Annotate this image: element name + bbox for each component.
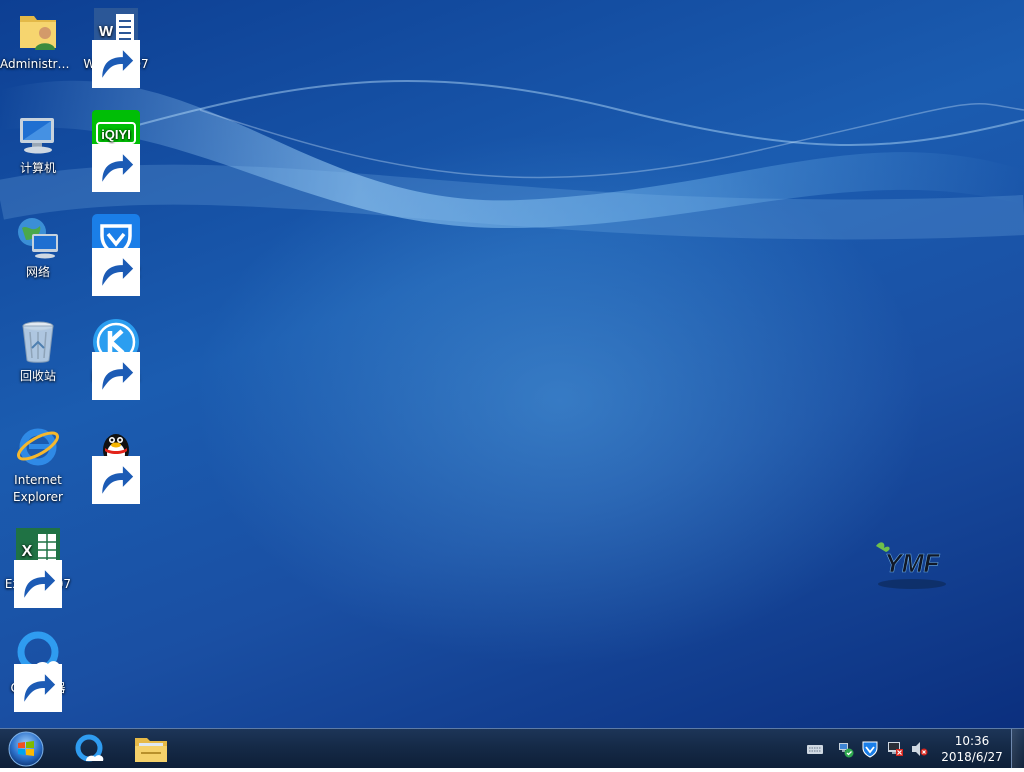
shortcut-arrow-icon bbox=[14, 664, 62, 712]
qq-penguin-icon bbox=[92, 422, 140, 504]
desktop-icon-label: 计算机 bbox=[19, 161, 56, 175]
security-shield-icon bbox=[862, 741, 878, 758]
desktop-icon-label: 网络 bbox=[25, 265, 50, 279]
shortcut-arrow-icon bbox=[92, 248, 140, 296]
tray-security-shield[interactable] bbox=[861, 740, 879, 758]
taskbar-clock[interactable]: 10:36 2018/6/27 bbox=[932, 733, 1012, 765]
user-folder-icon bbox=[14, 6, 62, 54]
desktop-icon-qq[interactable]: 腾讯QQ bbox=[78, 416, 154, 504]
recycle-bin-icon bbox=[14, 318, 62, 366]
shortcut-arrow-icon bbox=[92, 40, 140, 88]
start-button[interactable] bbox=[6, 730, 46, 768]
keyboard-icon bbox=[807, 745, 823, 754]
desktop-icon-pc-manager[interactable]: 电脑管家 bbox=[78, 208, 154, 296]
desktop-icon-computer[interactable]: 计算机 bbox=[0, 104, 76, 177]
svg-text:W: W bbox=[99, 23, 114, 40]
shortcut-arrow-icon bbox=[92, 352, 140, 400]
desktop-icon-administrator[interactable]: Administra... bbox=[0, 0, 76, 73]
desktop-icon-label: 回收站 bbox=[19, 369, 56, 383]
taskbar-pin-qq-browser[interactable] bbox=[65, 732, 113, 766]
desktop-icon-label: Administra... bbox=[0, 57, 76, 71]
qq-browser-icon bbox=[14, 630, 62, 712]
desktop-icon-kugou[interactable]: 酷狗音乐 bbox=[78, 312, 154, 400]
desktop-icon-label: Internet Explorer bbox=[13, 473, 63, 504]
excel-icon: X bbox=[14, 526, 62, 608]
device-status-icon bbox=[888, 742, 903, 756]
brand-logo: YMF bbox=[876, 542, 946, 589]
network-icon bbox=[14, 214, 62, 262]
iqiyi-logo-text: iQIYI bbox=[101, 127, 131, 142]
desktop-icon-recycle-bin[interactable]: 回收站 bbox=[0, 312, 76, 385]
desktop-icon-iqiyi[interactable]: iQIYI 爱奇艺 bbox=[78, 104, 154, 192]
show-desktop-button[interactable] bbox=[1011, 729, 1024, 768]
network-status-icon bbox=[839, 743, 854, 758]
desktop-icon-network[interactable]: 网络 bbox=[0, 208, 76, 281]
qq-browser-icon bbox=[75, 734, 104, 762]
clock-time: 10:36 bbox=[954, 734, 990, 748]
desktop-icon-qq-browser[interactable]: QQ浏览器 bbox=[0, 624, 76, 712]
internet-explorer-icon bbox=[14, 422, 62, 470]
volume-muted-icon bbox=[912, 742, 928, 756]
taskbar: 10:36 2018/6/27 bbox=[0, 728, 1024, 768]
desktop[interactable]: Administra... 计算机 网络 回收站 Internet Explor… bbox=[0, 0, 1024, 728]
desktop-icon-internet-explorer[interactable]: Internet Explorer bbox=[0, 416, 76, 506]
tencent-pc-manager-icon bbox=[92, 214, 140, 296]
computer-icon bbox=[14, 110, 62, 158]
windows-orb-icon bbox=[8, 731, 44, 767]
shortcut-arrow-icon bbox=[14, 560, 62, 608]
svg-text:X: X bbox=[22, 543, 33, 560]
tray-keyboard[interactable] bbox=[806, 740, 824, 758]
tray-volume[interactable] bbox=[910, 740, 928, 758]
tray-device-status[interactable] bbox=[886, 740, 904, 758]
shortcut-arrow-icon bbox=[92, 144, 140, 192]
desktop-icon-word[interactable]: W Word 2007 bbox=[78, 0, 154, 88]
shortcut-arrow-icon bbox=[92, 456, 140, 504]
kugou-music-icon bbox=[92, 318, 140, 400]
clock-date: 2018/6/27 bbox=[941, 750, 1003, 764]
tray-network[interactable] bbox=[836, 740, 854, 758]
file-explorer-icon bbox=[135, 738, 167, 762]
iqiyi-icon: iQIYI bbox=[92, 110, 140, 192]
taskbar-pin-file-explorer[interactable] bbox=[127, 732, 175, 766]
brand-logo-text: YMF bbox=[885, 548, 941, 578]
word-icon: W bbox=[92, 6, 140, 88]
desktop-icon-excel[interactable]: X Excel 2007 bbox=[0, 520, 76, 608]
